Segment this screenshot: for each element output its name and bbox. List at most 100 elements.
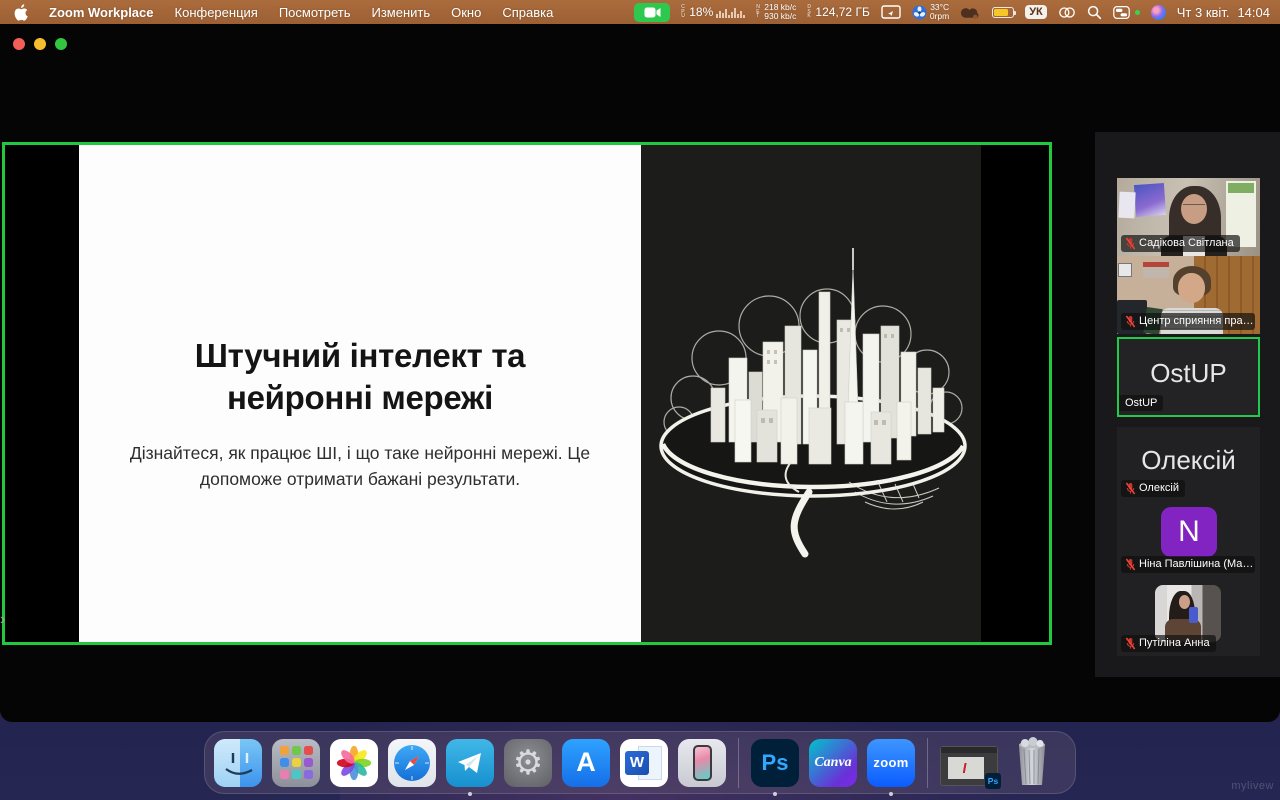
- app-store-glyph: A: [576, 747, 596, 778]
- photoshop-dock-icon[interactable]: Ps: [751, 739, 799, 787]
- menubar-app-name[interactable]: Zoom Workplace: [49, 5, 154, 20]
- participant-tile-oleksii[interactable]: Олексій Олексій: [1117, 427, 1260, 501]
- running-indicator: [773, 792, 777, 796]
- clock-date: Чт 3 квіт.: [1177, 5, 1230, 20]
- participant-tile-center[interactable]: Центр сприяння пра…: [1117, 256, 1260, 334]
- participant-name-badge: OstUP: [1119, 395, 1163, 411]
- dock-separator: [738, 738, 739, 788]
- slide-title: Штучний інтелект та нейронні мережі: [119, 335, 601, 419]
- app-store-dock-icon[interactable]: A: [562, 739, 610, 787]
- dock-separator: [927, 738, 928, 788]
- zoom-dock-icon[interactable]: zoom: [867, 739, 915, 787]
- system-settings-dock-icon[interactable]: ⚙: [504, 739, 552, 787]
- video-poster: [1143, 262, 1169, 278]
- cpu-label: CPU: [681, 5, 686, 19]
- video-poster: [1119, 264, 1131, 276]
- network-status[interactable]: NET 218 kb/c 930 kb/c: [756, 3, 796, 21]
- disk-status[interactable]: DSK 124,72 ГБ: [807, 5, 869, 19]
- menu-conference[interactable]: Конференция: [175, 5, 258, 20]
- battery-icon[interactable]: [992, 7, 1014, 18]
- video-poster: [1118, 192, 1135, 219]
- participant-tile-putilina[interactable]: Путіліна Анна: [1117, 577, 1260, 656]
- panel-expand-chevron-icon[interactable]: ›: [0, 612, 5, 628]
- wallpaper-watermark: mylivew: [1231, 780, 1274, 792]
- participant-name: Путіліна Анна: [1139, 637, 1210, 649]
- iphone-mirroring-dock-icon[interactable]: [678, 739, 726, 787]
- minimize-window-button[interactable]: [34, 38, 46, 50]
- fan-values: 33°C 0rpm: [930, 3, 949, 21]
- menu-bar: Zoom Workplace Конференция Посмотреть Из…: [0, 0, 1280, 24]
- participant-name: Садікова Світлана: [1139, 237, 1234, 249]
- muted-mic-icon: [1125, 637, 1136, 650]
- cloud-icon[interactable]: [960, 5, 981, 19]
- net-values: 218 kb/c 930 kb/c: [764, 3, 796, 21]
- cpu-status[interactable]: CPU 18%: [681, 5, 745, 19]
- muted-mic-icon: [1125, 482, 1136, 495]
- avatar: [1155, 585, 1221, 642]
- link-icon[interactable]: [1058, 6, 1076, 19]
- menubar-clock[interactable]: Чт 3 квіт. 14:04: [1177, 5, 1270, 20]
- telegram-dock-icon[interactable]: [446, 739, 494, 787]
- participant-tile-nina[interactable]: N Ніна Павлішина (Ма…: [1117, 501, 1260, 577]
- video-poster: [1134, 183, 1166, 217]
- apple-icon[interactable]: [14, 4, 28, 21]
- net-label: NET: [756, 5, 761, 19]
- running-indicator: [468, 792, 472, 796]
- menu-help[interactable]: Справка: [502, 5, 553, 20]
- finder-dock-icon[interactable]: [214, 739, 262, 787]
- input-source-badge[interactable]: УК: [1025, 5, 1047, 19]
- participant-name-badge: Олексій: [1121, 480, 1185, 497]
- menu-window[interactable]: Окно: [451, 5, 481, 20]
- launchpad-dock-icon[interactable]: [272, 739, 320, 787]
- iphone-shape: [693, 745, 712, 781]
- slide-image-panel: [641, 145, 981, 642]
- participant-tile-sadikova[interactable]: Садікова Світлана: [1117, 178, 1260, 256]
- video-person-glasses: [1183, 204, 1205, 210]
- muted-mic-icon: [1125, 558, 1136, 571]
- trash-dock-icon[interactable]: [1008, 739, 1056, 787]
- zoom-meeting-window: Штучний інтелект та нейронні мережі Дізн…: [0, 24, 1280, 722]
- close-window-button[interactable]: [13, 38, 25, 50]
- photos-dock-icon[interactable]: [330, 739, 378, 787]
- word-glyph: W: [625, 751, 649, 775]
- running-indicator: [889, 792, 893, 796]
- photoshop-badge: Ps: [985, 773, 1001, 789]
- participant-name-badge: Путіліна Анна: [1121, 635, 1216, 652]
- cpu-histogram-icon: [716, 6, 745, 18]
- minimized-photoshop-window[interactable]: Ps: [940, 746, 998, 786]
- participant-tile-ostup-active-speaker[interactable]: OstUP OstUP: [1117, 337, 1260, 417]
- dock: ⚙ A W Ps Canva zoom Ps: [204, 731, 1076, 794]
- slide-subtitle: Дізнайтеся, як працює ШІ, і що таке нейр…: [127, 440, 593, 493]
- city-brain-illustration: [641, 230, 981, 560]
- search-icon[interactable]: [1087, 5, 1102, 20]
- fan-status[interactable]: 33°C 0rpm: [912, 3, 949, 21]
- canva-glyph: Canva: [814, 755, 851, 771]
- fan-rpm: 0rpm: [930, 11, 949, 21]
- avatar: N: [1161, 507, 1217, 557]
- control-center-icon[interactable]: [1113, 6, 1130, 19]
- menu-view[interactable]: Посмотреть: [279, 5, 351, 20]
- dsk-label: DSK: [807, 5, 812, 19]
- cpu-value: 18%: [689, 5, 713, 19]
- safari-dock-icon[interactable]: [388, 739, 436, 787]
- participant-name: Ніна Павлішина (Ма…: [1139, 558, 1253, 570]
- participant-name-badge: Садікова Світлана: [1121, 235, 1240, 252]
- menu-edit[interactable]: Изменить: [371, 5, 430, 20]
- display-share-icon[interactable]: [881, 5, 901, 20]
- participant-display-name: OstUP: [1119, 358, 1258, 389]
- window-controls: [13, 38, 67, 50]
- avatar-phone: [1189, 607, 1198, 623]
- word-dock-icon[interactable]: W: [620, 739, 668, 787]
- clock-time: 14:04: [1237, 5, 1270, 20]
- video-camera-icon[interactable]: [634, 3, 670, 22]
- photoshop-glyph: Ps: [762, 750, 789, 776]
- video-person-face: [1178, 273, 1205, 303]
- fan-icon: [912, 5, 927, 20]
- participant-name: OstUP: [1125, 397, 1157, 409]
- participant-name: Центр сприяння пра…: [1139, 315, 1254, 327]
- siri-icon[interactable]: [1151, 5, 1166, 20]
- desktop: mylivew Штучний інтелект та нейронні мер…: [0, 0, 1280, 800]
- fullscreen-window-button[interactable]: [55, 38, 67, 50]
- canva-dock-icon[interactable]: Canva: [809, 739, 857, 787]
- presentation-slide: Штучний інтелект та нейронні мережі Дізн…: [79, 145, 641, 642]
